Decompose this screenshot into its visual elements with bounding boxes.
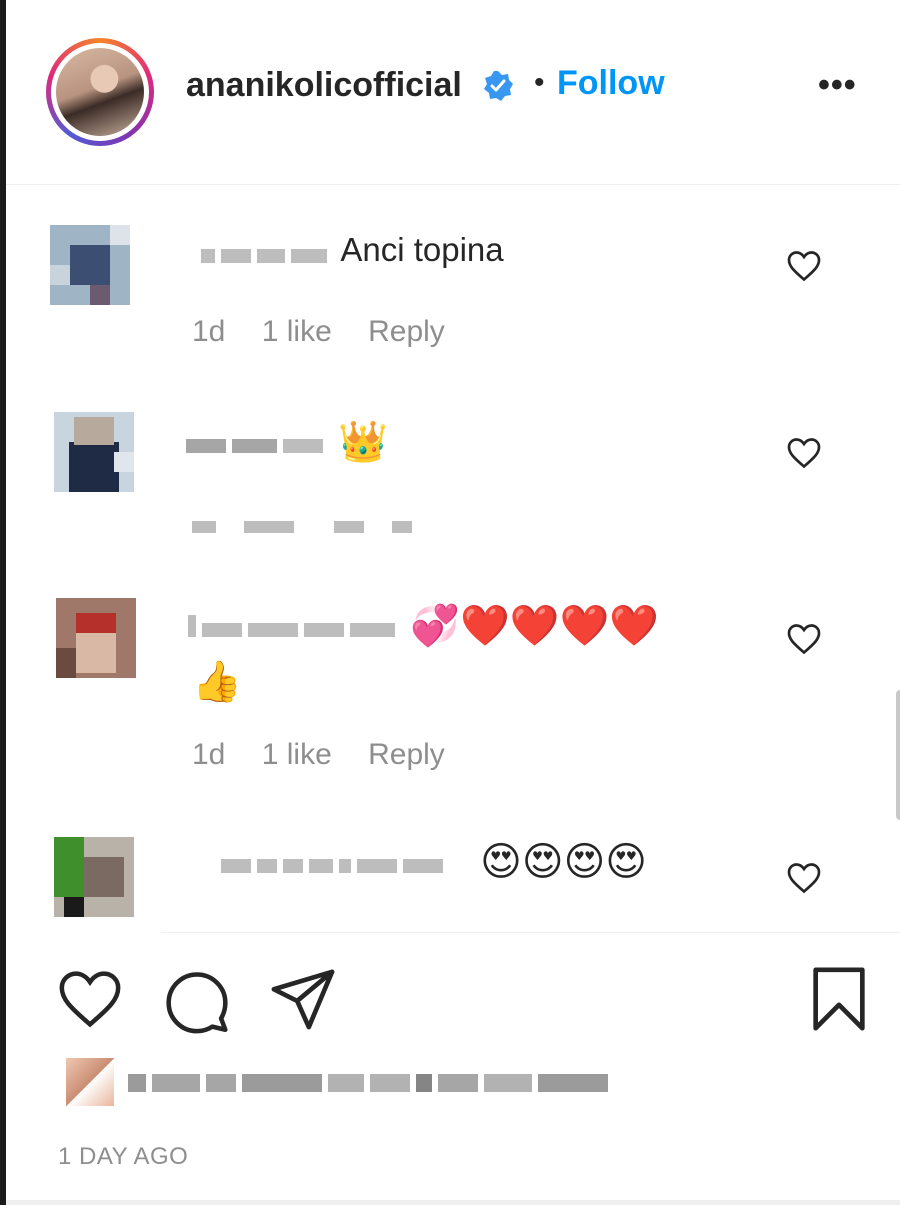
post-header: ananikolicofficial • Follow •••	[6, 0, 900, 185]
thumbs-up-emoji: 👍	[192, 660, 242, 704]
avatar-image	[56, 48, 144, 136]
comment-meta	[192, 506, 468, 541]
comment-like-heart-icon[interactable]	[786, 861, 822, 895]
comment-text: Anci topina	[340, 231, 504, 268]
blurred-username	[201, 233, 333, 271]
follow-button[interactable]: Follow	[557, 64, 665, 103]
more-options-icon[interactable]: •••	[818, 68, 857, 102]
post-panel: ananikolicofficial • Follow ••• Anci top…	[0, 0, 900, 1205]
comment-item: 👑	[6, 412, 900, 542]
comment-bubble-icon[interactable]	[163, 966, 231, 1034]
comment-meta: 1d 1 like Reply	[192, 315, 473, 349]
paper-plane-icon[interactable]	[268, 966, 338, 1030]
comment-age: 1d	[192, 738, 226, 771]
comment-body: 💞❤️❤️❤️❤️	[188, 602, 659, 649]
comment-like-heart-icon[interactable]	[786, 622, 822, 656]
comment-like-heart-icon[interactable]	[786, 249, 822, 283]
comment-body: Anci topina	[201, 231, 504, 271]
blurred-username	[186, 423, 329, 461]
liked-by-row[interactable]	[66, 1058, 786, 1110]
username[interactable]: ananikolicofficial	[186, 66, 462, 105]
reply-button[interactable]: Reply	[368, 738, 445, 771]
comment-likes[interactable]: 1 like	[262, 738, 332, 771]
comment-age: 1d	[192, 315, 226, 348]
crown-emoji: 👑	[338, 420, 388, 464]
blurred-liked-by-text	[128, 1074, 614, 1097]
bottom-border	[6, 1200, 900, 1205]
verified-badge-icon	[484, 71, 513, 101]
comment-like-heart-icon[interactable]	[786, 436, 822, 470]
comment-likes[interactable]: 1 like	[262, 315, 332, 348]
heart-icon[interactable]	[56, 968, 124, 1030]
blurred-username	[188, 607, 401, 645]
commenter-avatar[interactable]	[54, 412, 134, 492]
commenter-avatar[interactable]	[54, 837, 134, 917]
actions-divider	[161, 932, 900, 933]
commenter-avatar[interactable]	[56, 598, 136, 678]
post-timestamp: 1 DAY AGO	[58, 1143, 189, 1170]
comment-body-line2: 👍	[192, 658, 242, 705]
comment-item: 😍😍😍😍	[6, 837, 900, 927]
comment-item: Anci topina 1d 1 like Reply	[6, 225, 900, 365]
hearts-emoji: 💞❤️❤️❤️❤️	[410, 604, 660, 648]
comment-meta: 1d 1 like Reply	[192, 738, 473, 772]
liker-avatar[interactable]	[66, 1058, 114, 1106]
comment-item: 💞❤️❤️❤️❤️ 👍 1d 1 like Reply	[6, 598, 900, 778]
comment-body: 😍😍😍😍	[221, 839, 647, 885]
blurred-username	[221, 843, 471, 881]
commenter-avatar[interactable]	[50, 225, 130, 305]
profile-avatar[interactable]	[46, 38, 154, 146]
comments-scrollbar[interactable]	[896, 690, 900, 820]
reply-button[interactable]: Reply	[368, 315, 445, 348]
heart-eyes-emoji: 😍😍😍😍	[480, 840, 647, 884]
separator-dot: •	[534, 66, 545, 99]
blurred-meta	[192, 507, 440, 541]
bookmark-icon[interactable]	[808, 964, 870, 1034]
comment-body: 👑	[186, 418, 388, 465]
